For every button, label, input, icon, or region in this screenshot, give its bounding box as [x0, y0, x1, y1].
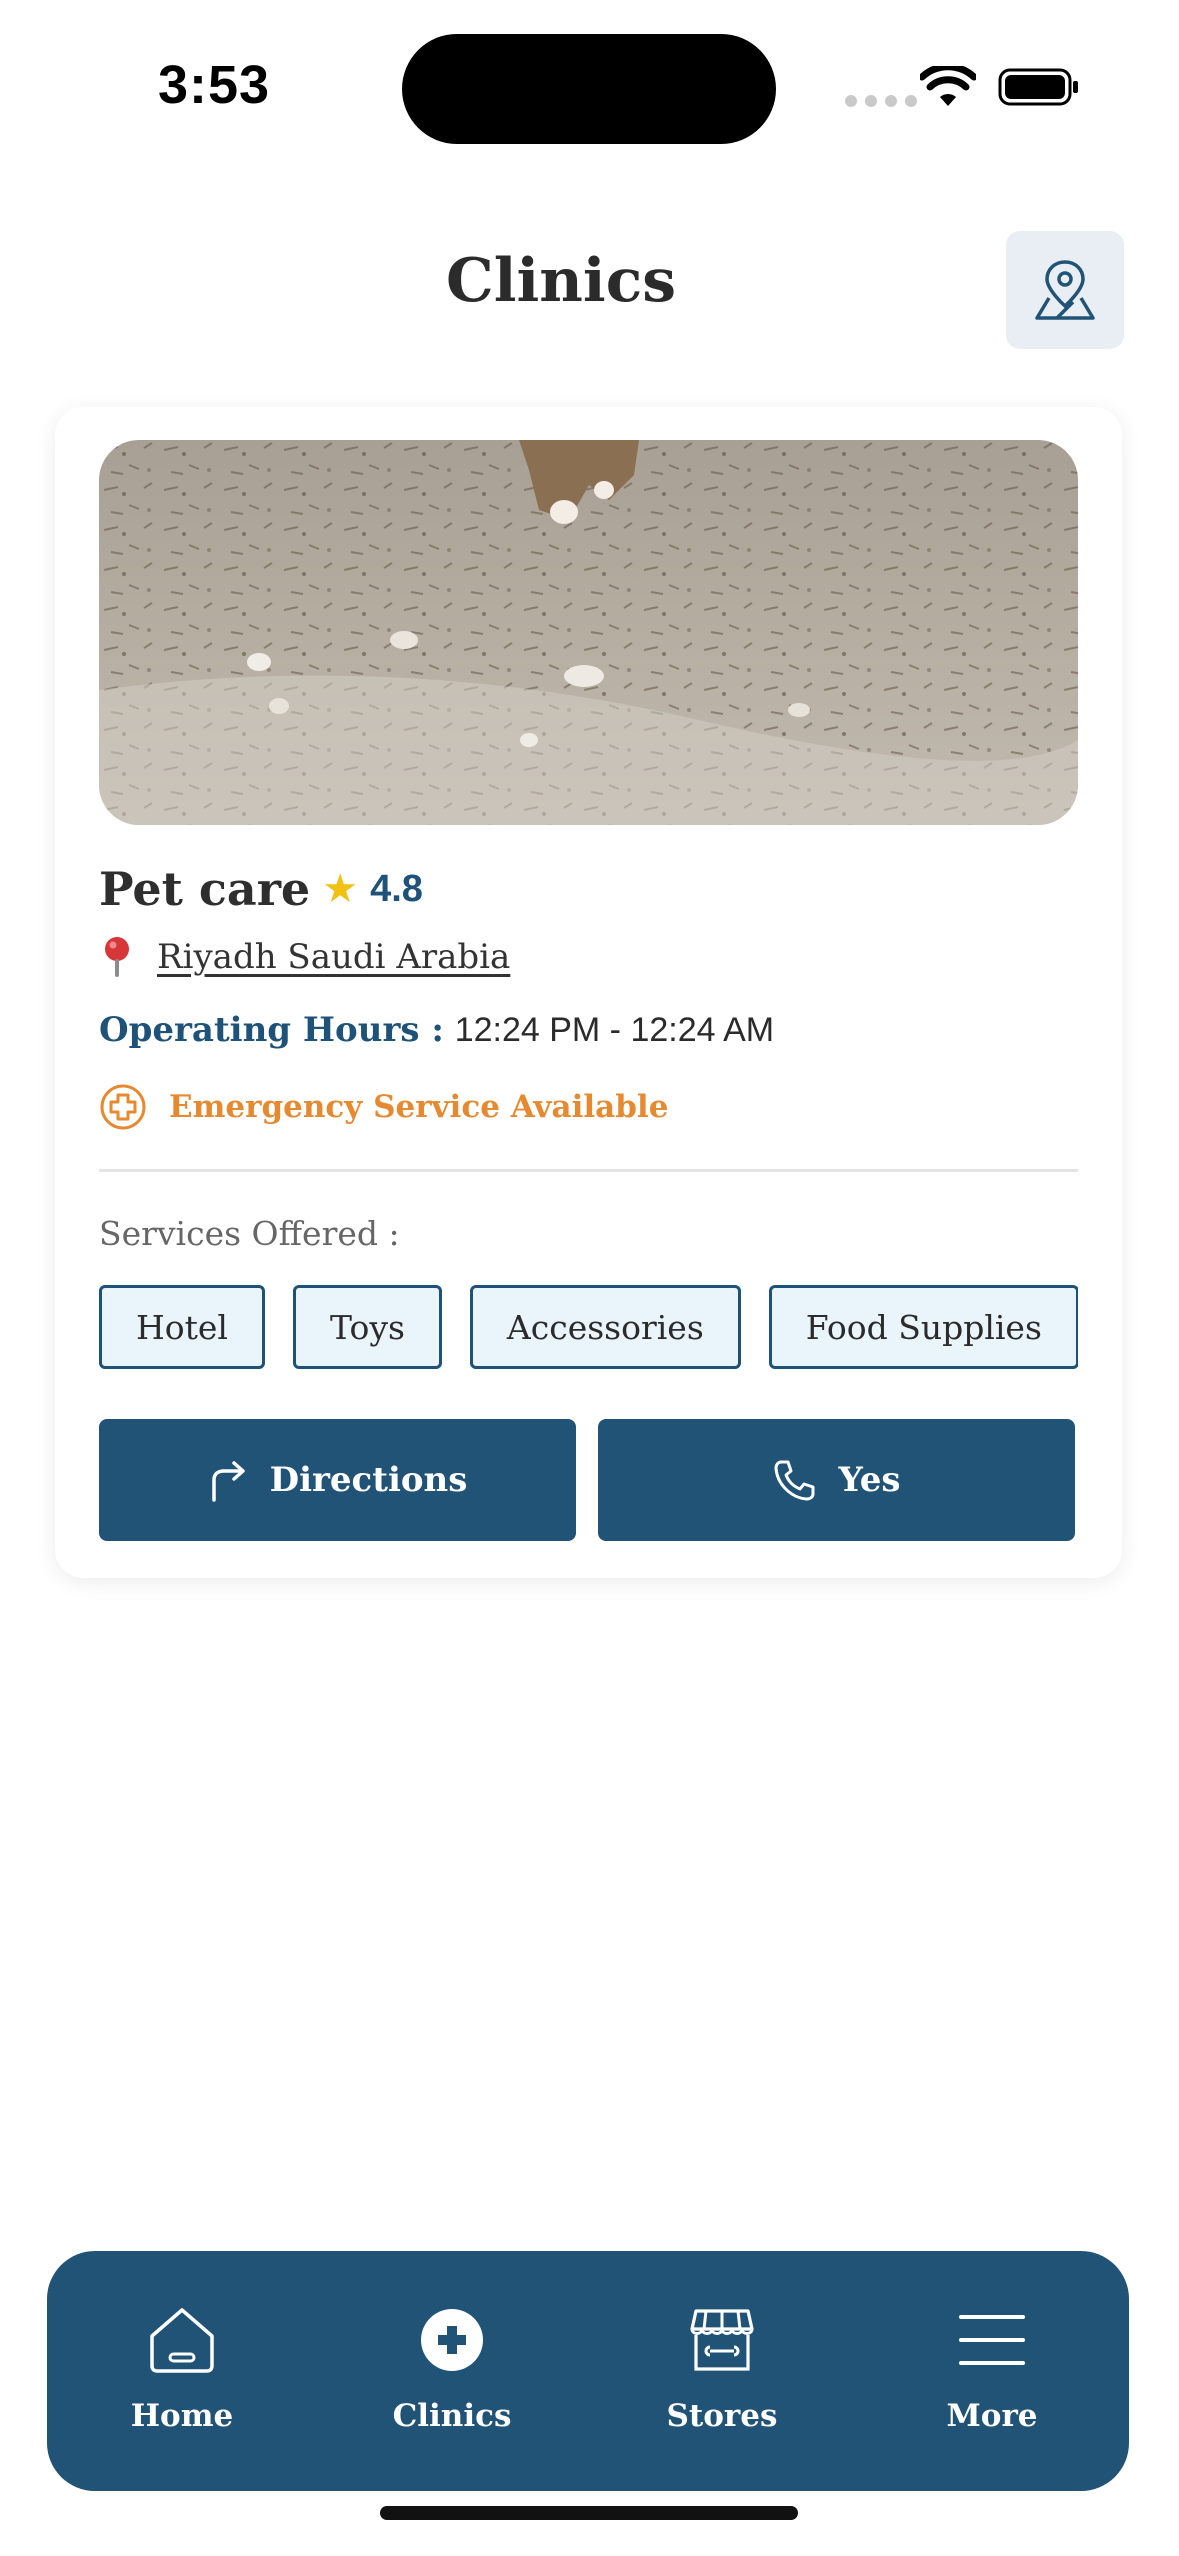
services-list[interactable]: Hotel Toys Accessories Food Supplies — [99, 1285, 1078, 1371]
directions-button[interactable]: Directions — [99, 1419, 576, 1541]
wifi-icon — [920, 66, 976, 106]
clinic-title-row: Pet care ★ 4.8 — [99, 862, 423, 916]
home-indicator[interactable] — [380, 2506, 798, 2520]
nav-home-label: Home — [130, 2398, 234, 2434]
nav-more-label: More — [946, 2398, 1038, 2434]
service-chip[interactable]: Accessories — [469, 1285, 741, 1369]
nav-clinics-label: Clinics — [392, 2398, 512, 2434]
hours-value: 12:24 PM - 12:24 AM — [454, 1011, 775, 1049]
services-label: Services Offered : — [99, 1214, 400, 1253]
battery-icon — [998, 68, 1078, 106]
nav-item-home[interactable]: Home — [82, 2300, 282, 2434]
divider — [99, 1169, 1078, 1172]
emergency-cross-icon — [100, 1084, 146, 1130]
store-icon — [690, 2309, 754, 2371]
cellular-signal-icon — [845, 95, 917, 107]
map-pin-icon — [1035, 260, 1095, 320]
dynamic-island — [402, 34, 776, 144]
clinic-photo — [99, 440, 1078, 825]
status-time: 3:53 — [158, 55, 271, 115]
map-view-button[interactable] — [1006, 231, 1124, 349]
clinics-cross-icon — [421, 2309, 483, 2371]
clinic-name: Pet care — [99, 862, 311, 916]
service-chip[interactable]: Food Supplies — [768, 1285, 1078, 1369]
location-link[interactable]: Riyadh Saudi Arabia — [157, 937, 510, 977]
hours-label: Operating Hours : — [99, 1010, 444, 1050]
nav-item-more[interactable]: More — [892, 2300, 1092, 2434]
emergency-row: Emergency Service Available — [99, 1083, 668, 1131]
nav-item-clinics[interactable]: Clinics — [352, 2300, 552, 2434]
call-button[interactable]: Yes — [598, 1419, 1075, 1541]
home-icon — [150, 2308, 214, 2373]
service-chip[interactable]: Toys — [293, 1285, 442, 1369]
operating-hours: Operating Hours : 12:24 PM - 12:24 AM — [99, 1010, 774, 1050]
nav-stores-label: Stores — [666, 2398, 778, 2434]
nav-item-stores[interactable]: Stores — [622, 2300, 822, 2434]
location-row[interactable]: Riyadh Saudi Arabia — [99, 935, 510, 979]
service-chip[interactable]: Hotel — [99, 1285, 265, 1369]
directions-arrow-icon — [211, 1461, 245, 1502]
location-pin-icon — [105, 937, 129, 977]
clinic-rating: 4.8 — [370, 867, 423, 910]
page-title: Clinics — [445, 246, 677, 316]
star-icon: ★ — [322, 866, 359, 912]
menu-icon — [959, 2315, 1025, 2365]
phone-icon — [774, 1460, 815, 1501]
directions-label: Directions — [269, 1460, 468, 1500]
call-label: Yes — [838, 1460, 901, 1500]
emergency-text: Emergency Service Available — [169, 1089, 669, 1125]
